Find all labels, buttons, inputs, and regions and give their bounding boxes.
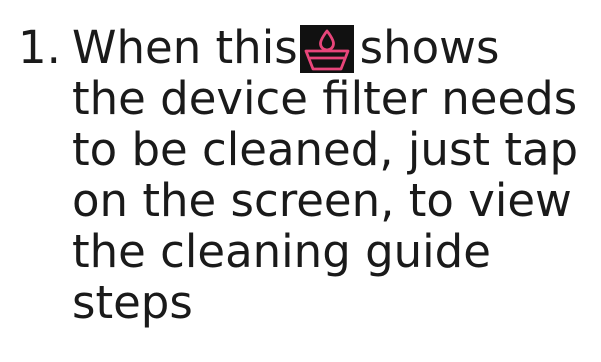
step-line-2: the device filter needs: [72, 72, 578, 125]
step-line-6: steps: [72, 276, 193, 329]
step-line-1: When this shows: [72, 22, 601, 73]
step-number: 1.: [18, 21, 61, 74]
step-line-4: on the screen, to view: [72, 174, 572, 227]
step-line-1-start: When this: [72, 21, 298, 74]
step-text: When this shows the device filter needs …: [72, 22, 601, 328]
step-line-1-end: shows: [359, 21, 500, 74]
step-line-3: to be cleaned, just tap: [72, 123, 579, 176]
filter-clean-icon: [299, 25, 354, 73]
step-line-5: the cleaning guide: [72, 225, 491, 278]
